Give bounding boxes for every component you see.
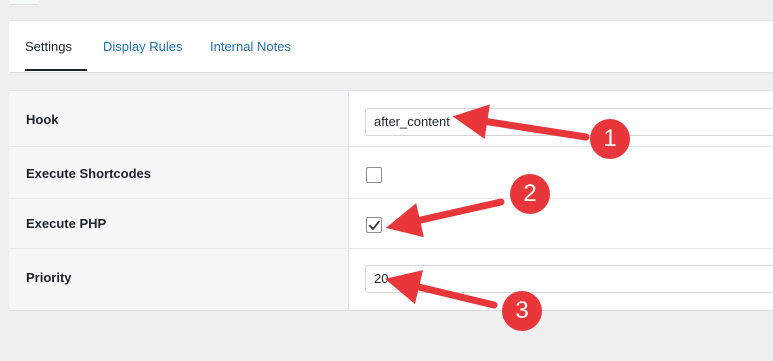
tab-settings[interactable]: Settings bbox=[25, 21, 87, 71]
execute-shortcodes-label: Execute Shortcodes bbox=[26, 166, 151, 181]
row-divider bbox=[9, 248, 773, 249]
priority-label: Priority bbox=[26, 270, 72, 285]
hook-label: Hook bbox=[26, 112, 59, 127]
priority-input[interactable]: 20 bbox=[365, 265, 773, 293]
tab-internal-notes[interactable]: Internal Notes bbox=[210, 21, 291, 71]
execute-shortcodes-checkbox[interactable] bbox=[366, 167, 382, 183]
top-tab-stub bbox=[9, 0, 39, 5]
hook-input[interactable]: after_content bbox=[365, 108, 773, 136]
tab-display-rules[interactable]: Display Rules bbox=[103, 21, 182, 71]
row-divider bbox=[9, 146, 773, 147]
execute-php-label: Execute PHP bbox=[26, 216, 107, 231]
execute-php-checkbox[interactable] bbox=[366, 217, 382, 233]
row-divider bbox=[9, 198, 773, 199]
settings-table: Hook after_content Execute Shortcodes Ex… bbox=[9, 90, 773, 311]
tabs-panel: Settings Display Rules Internal Notes bbox=[9, 20, 773, 73]
checkmark-icon bbox=[369, 220, 380, 230]
